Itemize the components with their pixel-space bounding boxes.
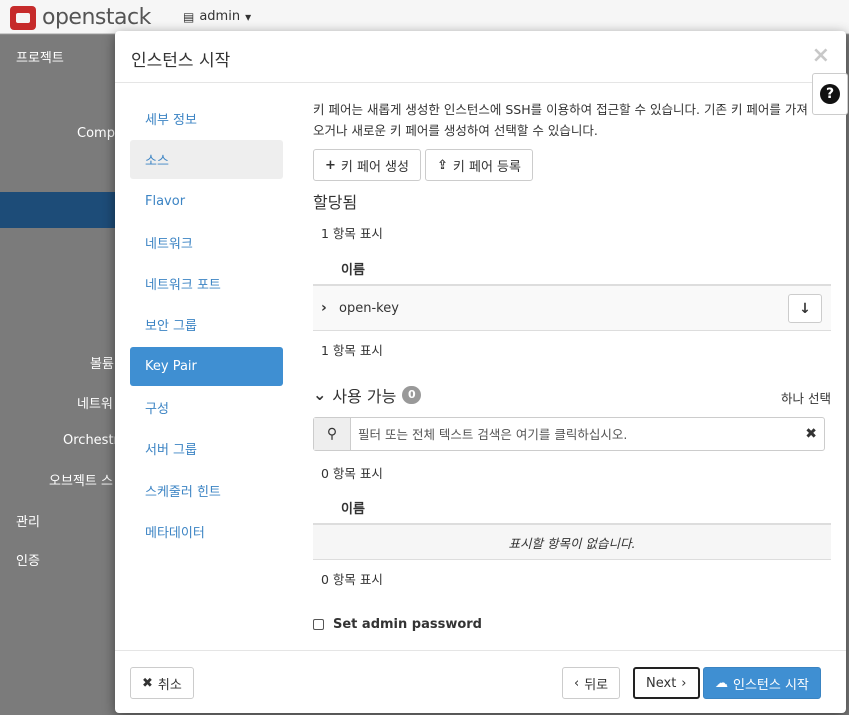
- wizard-step-configuration[interactable]: 구성: [130, 388, 283, 427]
- next-label: Next: [646, 675, 677, 691]
- wizard-step-security-groups[interactable]: 보안 그룹: [130, 305, 283, 344]
- key-pair-panel: 키 페어는 새롭게 생성한 인스턴스에 SSH를 이용하여 접근할 수 있습니다…: [313, 99, 831, 588]
- wizard-step-details[interactable]: 세부 정보: [130, 99, 283, 138]
- wizard-step-server-groups[interactable]: 서버 그룹: [130, 429, 283, 468]
- wizard-step-flavor[interactable]: Flavor: [130, 182, 283, 221]
- deallocate-button[interactable]: ↓: [788, 294, 822, 323]
- available-count-badge: 0: [402, 385, 422, 404]
- import-key-pair-label: 키 페어 등록: [452, 159, 521, 175]
- chevron-down-icon: ⌄: [313, 385, 327, 404]
- sidebar-item-network[interactable]: 네트워: [77, 393, 113, 412]
- close-icon[interactable]: ×: [812, 43, 830, 68]
- available-count-bottom: 0 항목 표시: [321, 572, 383, 587]
- launch-instance-modal: 인스턴스 시작 × ? 세부 정보 소스 Flavor 네트워크 네트워크 포트…: [115, 31, 848, 713]
- server-icon: ▤: [183, 9, 195, 24]
- sidebar-active-highlight: [0, 192, 120, 228]
- chevron-right-icon: ›: [681, 675, 687, 691]
- openstack-logo[interactable]: openstack: [10, 5, 151, 30]
- clear-icon[interactable]: ✖: [805, 426, 817, 442]
- top-navbar: openstack ▤ admin ▾: [0, 0, 849, 34]
- caret-down-icon: ▾: [245, 9, 252, 24]
- wizard-step-source[interactable]: 소스: [130, 140, 283, 180]
- available-header: ⌄ 사용 가능 0 하나 선택: [313, 382, 831, 407]
- create-key-pair-button[interactable]: + 키 페어 생성: [313, 149, 421, 181]
- upload-icon: ⇪: [436, 157, 448, 173]
- back-label: 뒤로: [584, 677, 609, 693]
- search-input[interactable]: [351, 419, 824, 449]
- search-box[interactable]: ⚲ ✖: [313, 417, 825, 451]
- close-icon: ✖: [142, 675, 153, 691]
- next-button[interactable]: Next ›: [633, 667, 700, 699]
- sidebar-item-identity[interactable]: 인증: [16, 550, 40, 569]
- allocated-count-bottom: 1 항목 표시: [321, 343, 383, 358]
- sidebar-item-volume[interactable]: 볼륨: [90, 353, 114, 372]
- key-pair-description: 키 페어는 새롭게 생성한 인스턴스에 SSH를 이용하여 접근할 수 있습니다…: [313, 102, 808, 138]
- chevron-right-icon[interactable]: ›: [313, 300, 339, 316]
- plus-icon: +: [325, 157, 336, 173]
- import-key-pair-button[interactable]: ⇪ 키 페어 등록: [424, 149, 533, 181]
- cloud-upload-icon: ☁: [715, 675, 728, 691]
- allocated-count-top: 1 항목 표시: [321, 226, 383, 241]
- available-column-name[interactable]: 이름: [313, 491, 831, 525]
- modal-title: 인스턴스 시작: [131, 51, 231, 71]
- admin-password-option[interactable]: Set admin password: [313, 617, 482, 632]
- wizard-step-networks[interactable]: 네트워크: [130, 223, 283, 262]
- launch-instance-label: 인스턴스 시작: [733, 677, 809, 693]
- chevron-left-icon: ‹: [574, 675, 580, 691]
- wizard-steps-nav: 세부 정보 소스 Flavor 네트워크 네트워크 포트 보안 그룹 Key P…: [130, 99, 283, 553]
- brand-name: openstack: [42, 5, 151, 30]
- available-toggle[interactable]: ⌄ 사용 가능 0: [313, 383, 422, 407]
- pick-one-hint: 하나 선택: [781, 391, 831, 406]
- sidebar-item-project[interactable]: 프로젝트: [16, 47, 64, 66]
- modal-footer: ✖ 취소 ‹ 뒤로 Next › ☁ 인스턴스 시작: [115, 650, 846, 713]
- wizard-step-network-ports[interactable]: 네트워크 포트: [130, 264, 283, 303]
- cancel-label: 취소: [157, 677, 182, 693]
- wizard-step-metadata[interactable]: 메타데이터: [130, 512, 283, 551]
- launch-instance-button[interactable]: ☁ 인스턴스 시작: [703, 667, 821, 699]
- available-count-top: 0 항목 표시: [321, 466, 383, 481]
- allocated-title: 할당됨: [313, 193, 358, 212]
- key-pair-actions: + 키 페어 생성 ⇪ 키 페어 등록: [313, 149, 831, 181]
- available-title: 사용 가능: [332, 386, 397, 406]
- project-dropdown[interactable]: ▤ admin ▾: [183, 9, 251, 24]
- sidebar-item-object-store[interactable]: 오브젝트 스: [49, 470, 113, 489]
- admin-password-label: Set admin password: [333, 617, 482, 632]
- sidebar-item-admin[interactable]: 관리: [16, 511, 40, 530]
- cancel-button[interactable]: ✖ 취소: [130, 667, 194, 699]
- admin-password-checkbox[interactable]: [313, 619, 324, 630]
- table-row[interactable]: › open-key ↓: [313, 286, 831, 331]
- project-dropdown-label: admin: [199, 9, 241, 24]
- openstack-logo-icon: [10, 5, 36, 30]
- arrow-down-icon: ↓: [799, 300, 811, 317]
- empty-table-message: 표시할 항목이 없습니다.: [313, 525, 831, 560]
- allocated-key-name: open-key: [339, 300, 399, 316]
- allocated-column-name[interactable]: 이름: [313, 252, 831, 286]
- back-button[interactable]: ‹ 뒤로: [562, 667, 621, 699]
- create-key-pair-label: 키 페어 생성: [340, 159, 409, 175]
- wizard-step-scheduler-hints[interactable]: 스케줄러 힌트: [130, 471, 283, 510]
- wizard-step-key-pair[interactable]: Key Pair: [130, 346, 283, 386]
- search-icon: ⚲: [314, 418, 351, 450]
- modal-header: 인스턴스 시작 ×: [115, 31, 846, 83]
